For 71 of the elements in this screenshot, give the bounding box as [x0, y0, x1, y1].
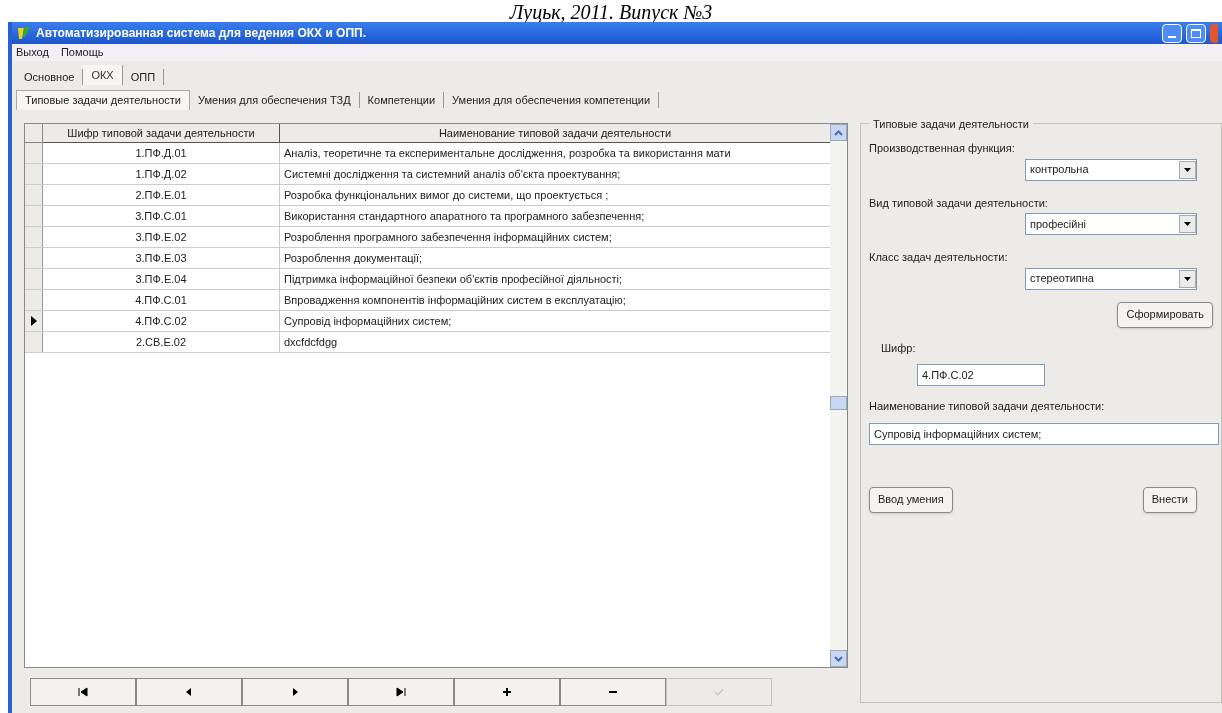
button[interactable]: Ввод умения — [869, 486, 953, 513]
current-row-icon — [30, 316, 37, 326]
window-title: Автоматизированная система для ведения ОКХ и ОПП. — [36, 25, 367, 42]
field-label: Вид типовой задачи деятельности: — [869, 196, 1048, 209]
first-icon — [78, 687, 88, 697]
scroll-up-button[interactable] — [830, 124, 847, 141]
table-cell-text: dxcfdcfdgg — [283, 335, 339, 350]
table-cell: 1.ПФ.Д.01 — [43, 143, 280, 163]
dropdown-arrow-icon — [1184, 167, 1191, 172]
table-cell-text: Використання стандартного апаратного та програмного забезпечення; — [283, 209, 646, 224]
plus-icon — [502, 687, 512, 697]
table-cell: 3.ПФ.Е.02 — [43, 227, 280, 247]
check-icon — [714, 687, 724, 697]
code-field[interactable]: 4.ПФ.С.02 — [917, 364, 1045, 386]
table-cell: 3.ПФ.Е.04 — [43, 269, 280, 289]
minimize-button[interactable] — [1162, 23, 1182, 43]
nav-button[interactable] — [30, 678, 136, 706]
dropdown[interactable]: контрольна — [1025, 158, 1197, 181]
form-button[interactable]: Сформировать — [1117, 301, 1213, 328]
dropdown-arrow-icon — [1184, 222, 1191, 226]
table-cell-text: Розробка функціональних вимог до системи, що проектується ; — [283, 188, 610, 203]
dropdown[interactable]: професійні — [1025, 213, 1197, 235]
tab[interactable]: Компетенции — [359, 92, 445, 108]
menu-item[interactable]: Выход — [16, 44, 49, 61]
table-cell-text: Розроблення документації; — [283, 251, 424, 266]
nav-button[interactable] — [560, 678, 666, 706]
table-cell-text: Аналіз, теоретичне та експериментальне дослідження, розробка та використання мати — [283, 146, 732, 161]
table-cell: 1.ПФ.Д.02 — [43, 164, 280, 184]
chevron-up-icon — [834, 129, 843, 136]
nav-button[interactable] — [242, 678, 348, 706]
page-header: Луцьк, 2011. Випуск №3 — [509, 2, 713, 22]
tab[interactable]: ОКХ — [83, 65, 123, 85]
dropdown-arrow-icon — [1184, 276, 1191, 281]
table-cell: 4.ПФ.С.01 — [43, 290, 280, 310]
button[interactable]: Внести — [1142, 486, 1197, 513]
field-label: Производственная функция: — [869, 142, 1015, 154]
scroll-down-button[interactable] — [830, 650, 847, 667]
tab[interactable]: Умения для обеспечения ТЗД — [189, 92, 360, 108]
nav-button[interactable] — [136, 678, 242, 706]
last-icon — [396, 687, 406, 697]
tab[interactable]: ОПП — [122, 69, 165, 85]
scroll-thumb[interactable] — [830, 396, 847, 410]
table-cell: 2.ПФ.Е.01 — [43, 185, 280, 205]
table-cell: 2.СВ.Е.02 — [43, 332, 280, 352]
table-cell-text: Розроблення програмного забезпечення інформаційних систем; — [283, 230, 613, 245]
tab[interactable]: Типовые задачи деятельности — [16, 90, 190, 110]
app-icon — [16, 25, 32, 41]
dropdown[interactable]: стереотипна — [1025, 267, 1197, 290]
nav-button[interactable] — [454, 678, 560, 706]
table-cell: 3.ПФ.С.01 — [43, 206, 280, 226]
table-cell: 4.ПФ.С.02 — [43, 311, 280, 331]
chevron-down-icon — [834, 655, 843, 662]
nav-button[interactable] — [348, 678, 454, 706]
tab[interactable]: Умения для обеспечения компетенции — [444, 92, 660, 108]
scrollbar[interactable] — [830, 124, 847, 667]
table-cell: 3.ПФ.Е.03 — [43, 248, 280, 268]
column-header[interactable]: Шифр типовой задачи деятельности — [43, 124, 280, 143]
table-cell-text: Підтримка інформаційної безпеки об'єктів професійної діяльності; — [283, 272, 624, 287]
maximize-button[interactable] — [1186, 23, 1206, 43]
table-cell-text: Системні дослідження та системний аналіз об'єкта проектування; — [283, 167, 622, 182]
table-cell-text: Супровід інформаційних систем; — [283, 314, 453, 329]
column-header[interactable]: Наименование типовой задачи деятельности — [280, 124, 830, 143]
field-label: Класс задач деятельности: — [869, 251, 1008, 263]
field-label: Шифр: — [881, 341, 916, 354]
menu-item[interactable]: Помощь — [60, 44, 104, 61]
name-field[interactable]: Супровід інформаційних систем; — [869, 422, 1219, 445]
table-cell-text: Впровадження компонентів інформаційних систем в експлуатацію; — [283, 293, 627, 308]
right-triangle-icon — [290, 687, 300, 697]
left-triangle-icon — [184, 687, 194, 697]
row-indicator[interactable] — [25, 311, 43, 331]
field-label: Наименование типовой задачи деятельности: — [869, 400, 1105, 412]
